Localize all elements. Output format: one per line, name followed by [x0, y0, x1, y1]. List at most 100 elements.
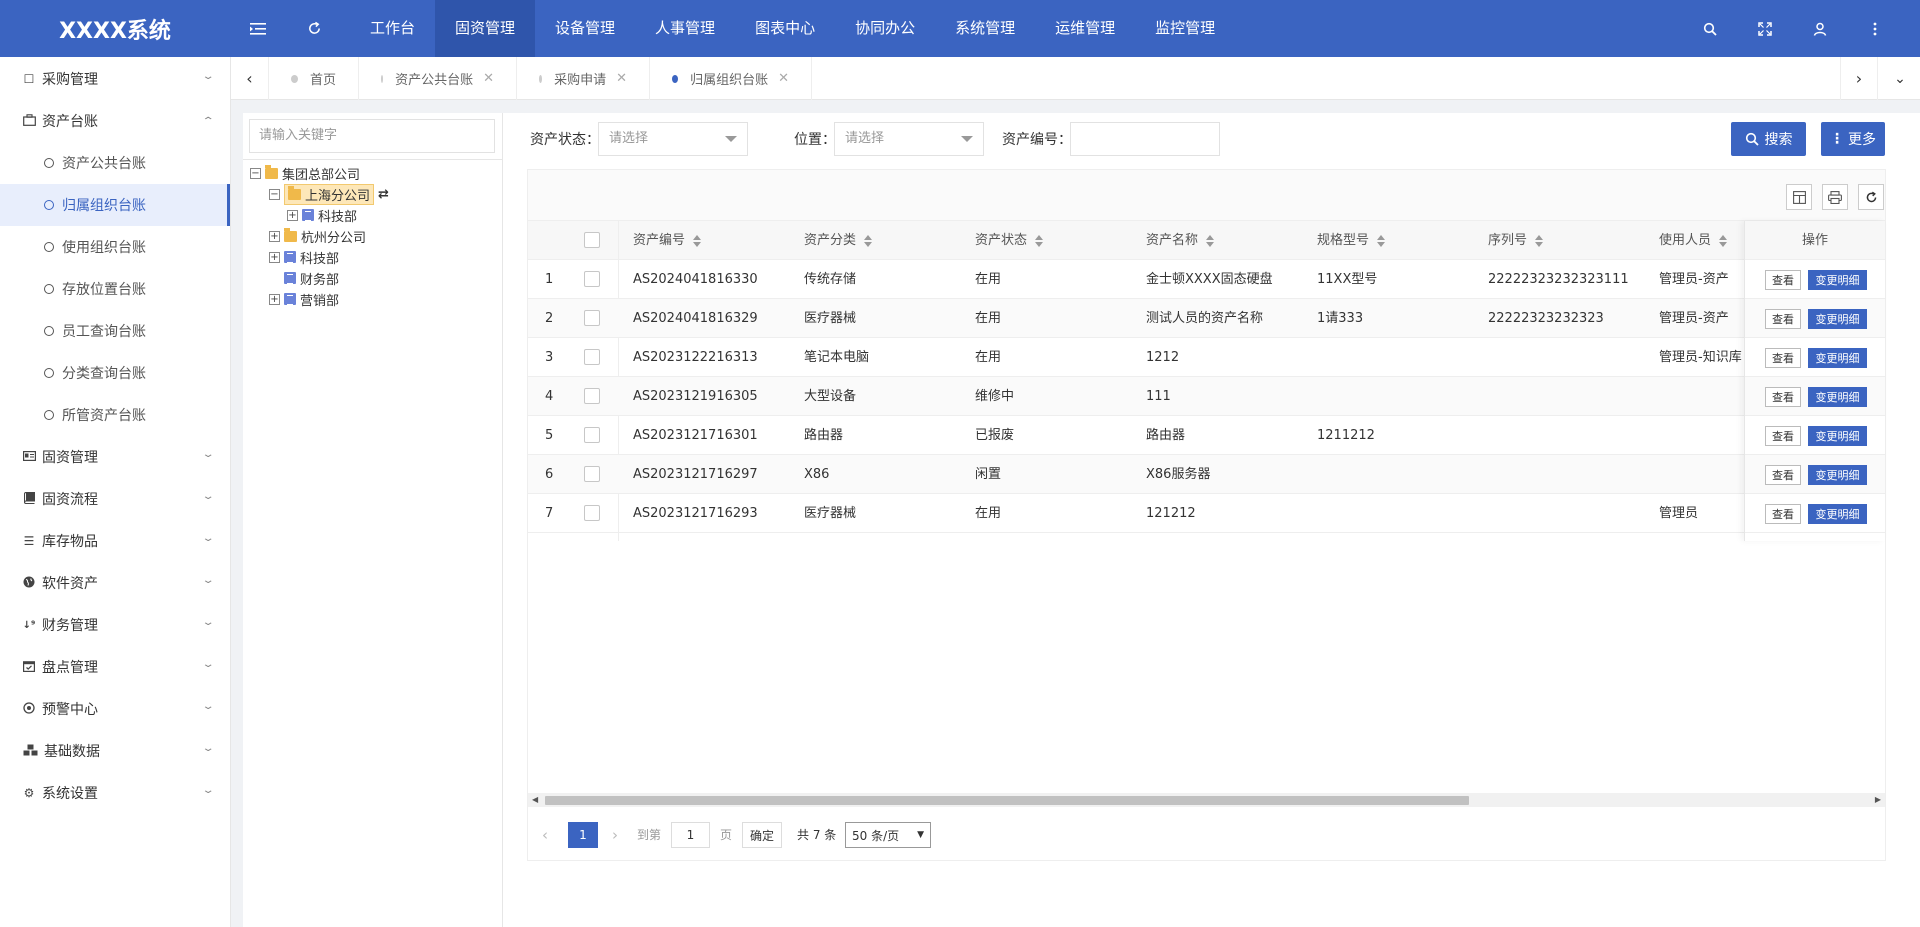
- tab-public-ledger[interactable]: 资产公共台账 ✕: [359, 57, 517, 100]
- row-checkbox[interactable]: [584, 388, 600, 404]
- sync-icon[interactable]: ⇄: [378, 187, 389, 202]
- close-icon[interactable]: ✕: [778, 71, 789, 86]
- sidebar-item-alert-center[interactable]: 预警中心 ⌄: [0, 688, 230, 730]
- search-icon[interactable]: [1682, 0, 1737, 57]
- table-row[interactable]: 2 AS2024041816329 医疗器械 在用 测试人员的资产名称 1请333 2222…: [528, 299, 1885, 338]
- refresh-icon[interactable]: [1858, 184, 1884, 210]
- refresh-icon[interactable]: [286, 0, 342, 57]
- sort-icon[interactable]: [1206, 234, 1215, 247]
- columns-icon[interactable]: [1786, 184, 1812, 210]
- close-icon[interactable]: ✕: [483, 71, 494, 86]
- nav-system[interactable]: 系统管理: [935, 0, 1035, 57]
- asset-code-input[interactable]: [1070, 122, 1220, 156]
- tabs-dropdown-icon[interactable]: ⌄: [1880, 57, 1920, 100]
- sidebar-item-asset-ledger[interactable]: 资产台账 ⌃: [0, 100, 230, 142]
- change-detail-button[interactable]: 变更明细: [1808, 270, 1867, 290]
- horizontal-scrollbar[interactable]: ◀ ▶: [528, 793, 1885, 807]
- nav-equipment[interactable]: 设备管理: [535, 0, 635, 57]
- scroll-left-arrow-icon[interactable]: ◀: [532, 795, 538, 804]
- tree-node-selected[interactable]: − 上海分公司 ⇄: [269, 183, 389, 205]
- column-header-model[interactable]: 规格型号: [1317, 221, 1386, 260]
- table-row[interactable]: 7 AS2023121716293 医疗器械 在用 121212 管理员: [528, 494, 1885, 533]
- sort-icon[interactable]: [1535, 234, 1544, 247]
- sort-icon[interactable]: [1719, 234, 1728, 247]
- sort-icon[interactable]: [1377, 234, 1386, 247]
- tree-search-input[interactable]: 请输入关键字: [249, 119, 495, 153]
- table-row[interactable]: 5 AS2023121716301 路由器 已报废 路由器 1211212: [528, 416, 1885, 455]
- nav-hr[interactable]: 人事管理: [635, 0, 735, 57]
- sidebar-item-fixed-assets[interactable]: 固资管理 ⌄: [0, 436, 230, 478]
- prev-page-icon[interactable]: ‹: [542, 822, 548, 848]
- change-detail-button[interactable]: 变更明细: [1808, 309, 1867, 329]
- tree-node[interactable]: + 杭州分公司: [269, 226, 366, 246]
- tree-expand-icon[interactable]: +: [269, 230, 280, 242]
- sidebar-subitem-org-ledger[interactable]: 归属组织台账: [0, 184, 230, 226]
- sidebar-subitem-location-ledger[interactable]: 存放位置台账: [0, 268, 230, 310]
- table-row[interactable]: 1 AS2024041816330 传统存储 在用 金士顿XXXX固态硬盘 11XX型号 2…: [528, 260, 1885, 299]
- row-checkbox[interactable]: [584, 349, 600, 365]
- more-vertical-icon[interactable]: [1847, 0, 1902, 57]
- more-button[interactable]: ⋮ 更多: [1821, 122, 1885, 156]
- view-button[interactable]: 查看: [1765, 309, 1801, 329]
- tree-node[interactable]: + 营销部: [269, 289, 339, 309]
- select-all-checkbox[interactable]: [584, 232, 600, 248]
- sort-icon[interactable]: [1035, 234, 1044, 247]
- tree-expand-icon[interactable]: +: [287, 209, 298, 221]
- sidebar-item-stocktaking[interactable]: 盘点管理 ⌄: [0, 646, 230, 688]
- view-button[interactable]: 查看: [1765, 426, 1801, 446]
- nav-workbench[interactable]: 工作台: [350, 0, 435, 57]
- tree-node[interactable]: − 集团总部公司: [250, 163, 360, 183]
- menu-toggle-icon[interactable]: [230, 0, 286, 57]
- tabs-scroll-left-icon[interactable]: ‹: [231, 57, 269, 100]
- sidebar-item-inventory[interactable]: ☰ 库存物品 ⌄: [0, 520, 230, 562]
- view-button[interactable]: 查看: [1765, 348, 1801, 368]
- scrollbar-thumb[interactable]: [545, 796, 1469, 805]
- sidebar-subitem-managed-ledger[interactable]: 所管资产台账: [0, 394, 230, 436]
- tab-org-ledger[interactable]: 归属组织台账 ✕: [650, 57, 812, 100]
- tree-expand-icon[interactable]: +: [269, 251, 280, 263]
- view-button[interactable]: 查看: [1765, 387, 1801, 407]
- close-icon[interactable]: ✕: [616, 71, 627, 86]
- tab-home[interactable]: 首页: [269, 57, 359, 100]
- view-button[interactable]: 查看: [1765, 270, 1801, 290]
- table-row[interactable]: 6 AS2023121716297 X86 闲置 X86服务器: [528, 455, 1885, 494]
- row-checkbox[interactable]: [584, 427, 600, 443]
- tree-collapse-icon[interactable]: −: [250, 167, 261, 179]
- change-detail-button[interactable]: 变更明细: [1808, 348, 1867, 368]
- tree-node[interactable]: + 科技部: [287, 205, 357, 225]
- sidebar-item-basic-data[interactable]: 基础数据 ⌄: [0, 730, 230, 772]
- sidebar-subitem-employee-ledger[interactable]: 员工查询台账: [0, 310, 230, 352]
- sidebar-item-system-settings[interactable]: ⚙ 系统设置 ⌄: [0, 772, 230, 814]
- nav-monitor[interactable]: 监控管理: [1135, 0, 1235, 57]
- change-detail-button[interactable]: 变更明细: [1808, 504, 1867, 524]
- scroll-right-arrow-icon[interactable]: ▶: [1875, 795, 1881, 804]
- sort-icon[interactable]: [864, 234, 873, 247]
- column-header-category[interactable]: 资产分类: [804, 221, 873, 260]
- sidebar-item-finance[interactable]: ↓⁹ 财务管理 ⌄: [0, 604, 230, 646]
- row-checkbox[interactable]: [584, 466, 600, 482]
- row-checkbox[interactable]: [584, 271, 600, 287]
- change-detail-button[interactable]: 变更明细: [1808, 426, 1867, 446]
- sidebar-subitem-public-ledger[interactable]: 资产公共台账: [0, 142, 230, 184]
- tree-expand-icon[interactable]: +: [269, 293, 280, 305]
- sidebar-subitem-category-ledger[interactable]: 分类查询台账: [0, 352, 230, 394]
- page-size-select[interactable]: 50 条/页 ▼: [845, 822, 931, 848]
- view-button[interactable]: 查看: [1765, 465, 1801, 485]
- sidebar-subitem-use-org-ledger[interactable]: 使用组织台账: [0, 226, 230, 268]
- sidebar-item-procurement[interactable]: ☐ 采购管理 ⌄: [0, 58, 230, 100]
- sidebar-item-asset-flow[interactable]: 固资流程 ⌄: [0, 478, 230, 520]
- print-icon[interactable]: [1822, 184, 1848, 210]
- nav-charts[interactable]: 图表中心: [735, 0, 835, 57]
- page-1-button[interactable]: 1: [568, 822, 598, 848]
- fullscreen-icon[interactable]: [1737, 0, 1792, 57]
- row-checkbox[interactable]: [584, 310, 600, 326]
- table-row[interactable]: 4 AS2023121916305 大型设备 维修中 111: [528, 377, 1885, 416]
- change-detail-button[interactable]: 变更明细: [1808, 465, 1867, 485]
- table-row[interactable]: 3 AS2023122216313 笔记本电脑 在用 1212 管理员-知识库: [528, 338, 1885, 377]
- tree-collapse-icon[interactable]: −: [269, 188, 280, 200]
- status-filter-select[interactable]: 请选择: [598, 122, 748, 156]
- view-button[interactable]: 查看: [1765, 504, 1801, 524]
- nav-collaboration[interactable]: 协同办公: [835, 0, 935, 57]
- user-icon[interactable]: [1792, 0, 1847, 57]
- search-button[interactable]: 搜索: [1731, 122, 1806, 156]
